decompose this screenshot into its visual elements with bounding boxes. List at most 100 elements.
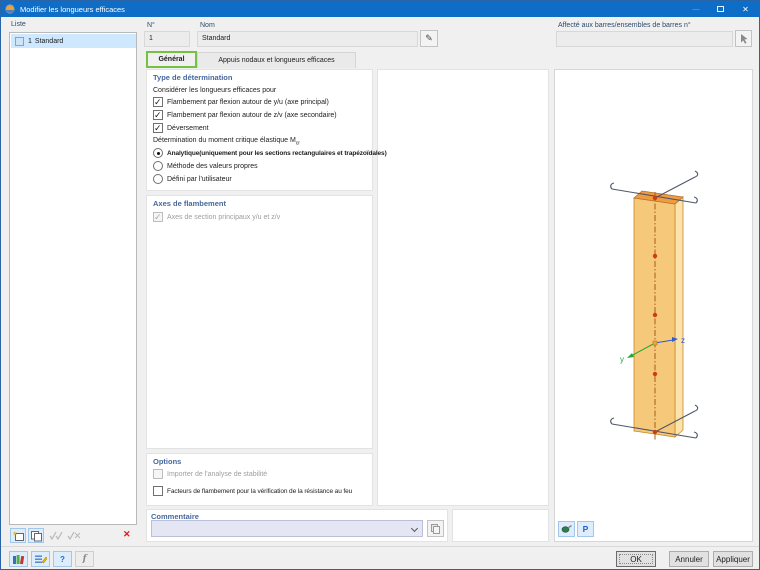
middle-empty-panel xyxy=(377,69,549,506)
copy-item-button[interactable] xyxy=(28,528,44,543)
column-side-face xyxy=(674,196,684,438)
radio-row-utilisateur: Défini par l'utilisateur xyxy=(153,174,232,184)
middle-bottom-panel xyxy=(452,509,549,542)
brush-icon xyxy=(561,524,572,533)
copy-item-icon xyxy=(30,530,42,541)
checkbox-label: Facteurs de flambement pour la vérificat… xyxy=(167,487,353,495)
window-controls: — ✕ xyxy=(684,1,759,17)
apply-button[interactable]: Appliquer xyxy=(713,551,753,567)
pencil-icon: ✎ xyxy=(425,33,433,43)
renumber-icon xyxy=(35,555,47,564)
assigned-field[interactable] xyxy=(556,31,733,47)
column-3d-graphic: y z xyxy=(610,170,699,440)
number-field[interactable]: 1 xyxy=(144,31,190,47)
uncheck-all-icon xyxy=(67,531,81,542)
checkbox-label: Déversement xyxy=(167,124,209,132)
delete-item-button[interactable]: ✕ xyxy=(123,529,131,540)
comment-manager-button[interactable] xyxy=(427,520,444,537)
radio-row-analytique: Analytique(uniquement pour les sections … xyxy=(153,148,387,158)
renumber-button[interactable] xyxy=(31,551,50,567)
new-item-button[interactable]: ✶ xyxy=(10,528,26,543)
axis-origin-node xyxy=(652,340,658,346)
cancel-button[interactable]: Annuler xyxy=(669,551,709,567)
library-button[interactable] xyxy=(9,551,28,567)
mcr-label: Détermination du moment critique élastiq… xyxy=(153,137,300,147)
comment-combobox[interactable] xyxy=(151,520,423,537)
ok-label: OK xyxy=(630,554,642,564)
cancel-label: Annuler xyxy=(675,554,703,564)
options-heading: Options xyxy=(153,457,182,466)
tab-label: Général xyxy=(158,56,185,63)
svg-text:✶: ✶ xyxy=(12,530,18,538)
tab-appuis-nodaux[interactable]: Appuis nodaux et longueurs efficaces xyxy=(197,52,356,68)
new-item-icon: ✶ xyxy=(12,530,24,541)
axis-y-arrow xyxy=(627,353,634,358)
radio-valeurs-propres[interactable] xyxy=(153,161,163,171)
radio-analytique[interactable] xyxy=(153,148,163,158)
select-bars-button[interactable] xyxy=(735,30,752,47)
ok-button[interactable]: OK xyxy=(616,551,656,567)
check-all-icon xyxy=(49,531,63,542)
list-item-number: 1 xyxy=(28,37,32,45)
checkbox-flexion-zv[interactable] xyxy=(153,110,163,121)
maximize-icon xyxy=(716,6,724,12)
window-title: Modifier les longueurs efficaces xyxy=(20,4,125,14)
list-item-icon xyxy=(15,36,24,46)
function-button[interactable]: f xyxy=(75,551,94,567)
checkbox-row-section-axes: Axes de section principaux y/u et z/v xyxy=(153,212,281,223)
checkbox-label: Axes de section principaux y/u et z/v xyxy=(167,213,281,221)
checkbox-row-flexion-zv: Flambement par flexion autour de z/v (ax… xyxy=(153,110,337,121)
radio-utilisateur[interactable] xyxy=(153,174,163,184)
function-icon: f xyxy=(82,554,87,564)
checkbox-label: Importer de l'analyse de stabilité xyxy=(167,470,268,478)
radio-label: Analytique(uniquement pour les sections … xyxy=(167,149,387,157)
checkbox-row-import-stability: Importer de l'analyse de stabilité xyxy=(153,469,267,479)
standards-listbox: 1 Standard xyxy=(9,32,137,525)
member-graphic-panel: y z xyxy=(554,69,753,542)
effective-lengths-dialog: Modifier les longueurs efficaces — ✕ Lis… xyxy=(0,0,760,570)
radio-label: Méthode des valeurs propres xyxy=(167,162,258,170)
axis-z-label: z xyxy=(681,336,685,345)
help-button[interactable]: ? xyxy=(53,551,72,567)
maximize-button[interactable] xyxy=(708,1,732,17)
app-icon xyxy=(5,4,15,14)
list-label: Liste xyxy=(11,21,26,28)
list-item-name: Standard xyxy=(34,37,64,45)
print-graphic-button[interactable]: P xyxy=(577,521,594,537)
determination-heading: Type de détermination xyxy=(153,73,233,82)
axis-y-label: y xyxy=(620,355,624,364)
comment-copy-icon xyxy=(431,524,440,534)
list-item-standard[interactable]: 1 Standard xyxy=(11,34,136,48)
checkbox-fire-resistance[interactable] xyxy=(153,486,163,496)
checkbox-row-flexion-yu: Flambement par flexion autour de y/u (ax… xyxy=(153,97,329,108)
print-icon: P xyxy=(582,524,589,534)
apply-label: Appliquer xyxy=(716,554,750,564)
checkbox-flexion-yu[interactable] xyxy=(153,97,163,108)
checkbox-section-axes xyxy=(153,212,163,223)
tab-label: Appuis nodaux et longueurs efficaces xyxy=(218,57,335,64)
chevron-down-icon xyxy=(410,524,419,533)
library-icon xyxy=(13,554,25,564)
checkbox-import-stability xyxy=(153,469,163,479)
buckling-axes-card xyxy=(146,195,373,449)
name-field[interactable]: Standard xyxy=(197,31,418,47)
display-properties-button[interactable] xyxy=(558,521,575,537)
pick-arrow-icon xyxy=(740,34,747,44)
checkbox-deversement[interactable] xyxy=(153,123,163,134)
footer-divider xyxy=(1,546,759,547)
consider-label: Considérer les longueurs efficaces pour xyxy=(153,87,277,94)
rename-button[interactable]: ✎ xyxy=(420,30,438,47)
tab-general[interactable]: Général xyxy=(146,51,197,68)
checkbox-row-fire-resistance: Facteurs de flambement pour la vérificat… xyxy=(153,486,352,496)
number-label: N° xyxy=(147,22,155,29)
buckling-axes-heading: Axes de flambement xyxy=(153,199,226,208)
help-icon: ? xyxy=(60,554,65,564)
titlebar: Modifier les longueurs efficaces — ✕ xyxy=(1,1,759,17)
checkbox-row-deversement: Déversement xyxy=(153,123,209,134)
minimize-button[interactable]: — xyxy=(684,1,708,17)
checkbox-label: Flambement par flexion autour de y/u (ax… xyxy=(167,98,329,106)
radio-row-valeurs-propres: Méthode des valeurs propres xyxy=(153,161,258,171)
radio-label: Défini par l'utilisateur xyxy=(167,175,232,183)
close-button[interactable]: ✕ xyxy=(732,1,759,17)
checkbox-label: Flambement par flexion autour de z/v (ax… xyxy=(167,111,337,119)
